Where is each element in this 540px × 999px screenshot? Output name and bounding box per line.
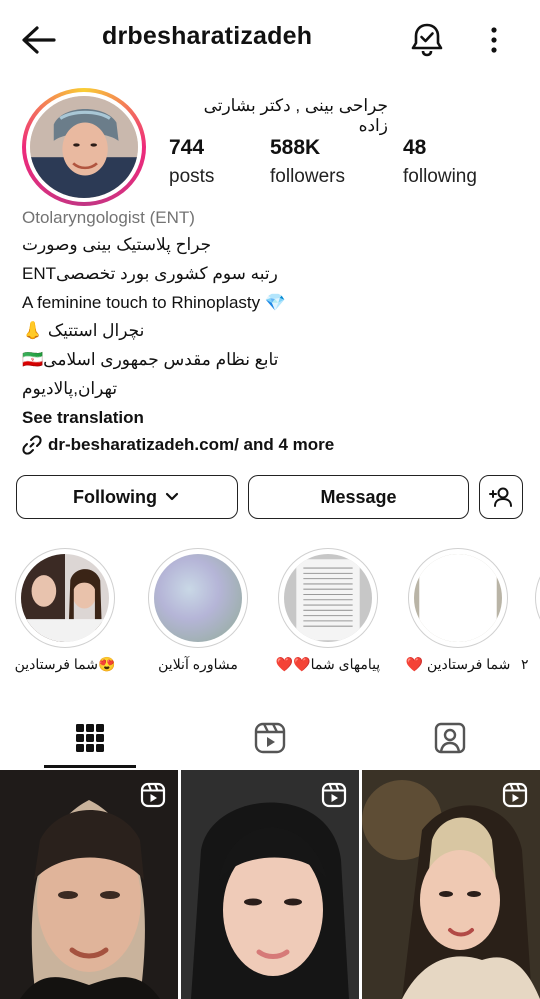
notifications-button[interactable]	[410, 22, 444, 58]
bio-line: تهران,پالادیوم	[22, 379, 118, 398]
active-tab-indicator	[44, 765, 136, 768]
profile-tabs	[0, 708, 540, 768]
reel-badge-icon	[321, 782, 347, 808]
stat-posts[interactable]: 744 posts	[169, 136, 214, 188]
posts-label: posts	[169, 166, 215, 187]
link-icon	[22, 435, 42, 455]
highlight-label: مشاوره آنلاین	[158, 656, 238, 672]
following-button[interactable]: Following	[16, 475, 238, 519]
story-highlight[interactable]: پیامهای شما❤️❤️	[275, 548, 381, 673]
tagged-icon	[434, 722, 466, 754]
posts-count: 744	[169, 136, 205, 159]
grid-post[interactable]	[362, 770, 540, 999]
top-bar: drbesharatizadeh	[0, 0, 540, 80]
chevron-down-icon	[165, 492, 179, 501]
story-highlight[interactable]: مشاوره آنلاین	[145, 548, 251, 673]
following-button-label: Following	[73, 486, 157, 507]
add-user-icon	[489, 487, 512, 507]
tab-posts[interactable]	[0, 708, 180, 768]
tab-tagged[interactable]	[360, 708, 540, 768]
bio-line: نچرال استتیک 👃	[22, 321, 145, 340]
post-grid	[0, 770, 540, 999]
bio-line: 🇮🇷تابع نظام مقدس جمهوری اسلامی	[22, 350, 279, 369]
story-highlight[interactable]: 😍شما فرستادین	[12, 548, 118, 673]
reels-icon	[254, 722, 286, 754]
reel-badge-icon	[502, 782, 528, 808]
profile-username: drbesharatizadeh	[102, 22, 313, 50]
bell-check-icon	[411, 23, 443, 57]
highlight-cover	[414, 554, 502, 642]
back-button[interactable]	[20, 24, 58, 56]
message-button-label: Message	[320, 486, 397, 507]
avatar	[30, 96, 138, 198]
highlight-cover	[21, 554, 109, 642]
website-link[interactable]: dr-besharatizadeh.com/ and 4 more	[22, 435, 334, 455]
highlight-label: پیامهای شما❤️❤️	[275, 656, 381, 672]
highlight-cover	[154, 554, 242, 642]
stat-following[interactable]: 48 following	[403, 136, 477, 188]
grid-icon	[76, 724, 104, 752]
highlight-label: شما فرستادین ❤️	[405, 656, 511, 672]
followers-label: followers	[270, 166, 345, 187]
display-name: جراحی بینی , دکتر بشارتی زاده	[203, 96, 388, 135]
more-vertical-icon	[491, 27, 497, 53]
bio-line: جراح پلاستیک بینی وصورت	[22, 235, 212, 254]
back-arrow-icon	[22, 26, 56, 54]
see-translation-link[interactable]: See translation	[22, 408, 144, 428]
story-highlight[interactable]: شما فرستادین ❤️	[405, 548, 511, 673]
story-highlight[interactable]: ۲	[521, 548, 540, 673]
grid-post[interactable]	[181, 770, 359, 999]
website-link-text: dr-besharatizadeh.com/ and 4 more	[48, 435, 335, 454]
reel-badge-icon	[140, 782, 166, 808]
tab-reels[interactable]	[180, 708, 360, 768]
story-ring[interactable]	[22, 88, 146, 206]
following-label: following	[403, 166, 477, 187]
bio-category: Otolaryngologist (ENT)	[22, 208, 195, 227]
following-count: 48	[403, 136, 427, 159]
message-button[interactable]: Message	[248, 475, 469, 519]
grid-post[interactable]	[0, 770, 178, 999]
more-options-button[interactable]	[482, 24, 506, 56]
bio-line: رتبه سوم کشوری بورد تخصصیENT	[22, 264, 278, 283]
highlight-label: ۲	[521, 656, 529, 672]
bio-line: A feminine touch to Rhinoplasty 💎	[22, 293, 287, 312]
stat-followers[interactable]: 588K followers	[270, 136, 345, 188]
highlight-cover	[284, 554, 372, 642]
highlight-label: 😍شما فرستادین	[14, 656, 116, 672]
followers-count: 588K	[270, 136, 321, 159]
suggested-users-button[interactable]	[479, 475, 523, 519]
